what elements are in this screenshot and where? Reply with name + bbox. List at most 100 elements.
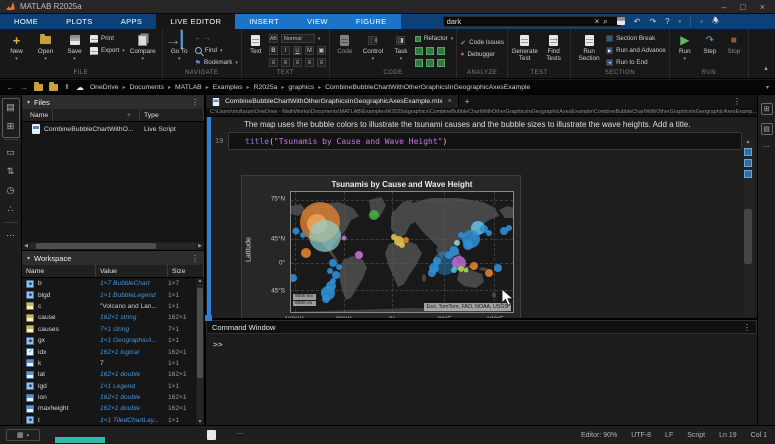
tab-figure[interactable]: FIGURE bbox=[342, 14, 401, 29]
panel-tray-icon[interactable]: ▭ bbox=[4, 145, 18, 159]
code-line[interactable]: title("Tsunamis by Cause and Wave Height… bbox=[228, 132, 742, 150]
help-icon[interactable]: ? bbox=[665, 17, 669, 26]
tab-view[interactable]: VIEW bbox=[293, 14, 342, 29]
column-type[interactable]: Type bbox=[140, 109, 204, 121]
new-tab-icon[interactable]: + bbox=[465, 97, 470, 106]
files-panel-header[interactable]: ▾ Files ⋮ bbox=[22, 95, 204, 109]
editor-kebab-icon[interactable]: ⋮ bbox=[733, 97, 757, 106]
output-thumbnail[interactable] bbox=[744, 148, 752, 156]
back-icon[interactable]: ← bbox=[6, 83, 14, 92]
workspace-row[interactable]: lat162×1 double162×1 bbox=[22, 369, 204, 380]
scroll-up-icon[interactable]: ▲ bbox=[743, 139, 753, 145]
workspace-row[interactable]: cause162×1 string162×1 bbox=[22, 312, 204, 323]
breadcrumb-item[interactable]: graphics bbox=[288, 84, 314, 91]
workspace-vertical-scrollbar[interactable]: ▲ ▼ bbox=[196, 278, 204, 425]
files-horizontal-scrollbar[interactable]: ◀ ▶ bbox=[22, 242, 204, 250]
workspace-row[interactable]: causes7×1 string7×1 bbox=[22, 324, 204, 335]
find-tests-button[interactable]: +Find Tests bbox=[540, 31, 567, 62]
workspace-row[interactable]: gx1×1 GeographicA...1×1 bbox=[22, 335, 204, 346]
close-button[interactable]: × bbox=[760, 2, 765, 12]
bold-button[interactable]: B bbox=[269, 46, 278, 55]
workspace-menu-kebab-icon[interactable]: ⋮ bbox=[191, 254, 199, 263]
code-tool-icon[interactable] bbox=[415, 47, 423, 55]
close-tab-icon[interactable]: × bbox=[448, 98, 452, 105]
run-section-button[interactable]: Run Section bbox=[574, 31, 604, 62]
column-size[interactable]: Size bbox=[168, 265, 204, 277]
monospace-button[interactable]: M bbox=[305, 46, 314, 55]
style-ab-icon[interactable]: AB bbox=[269, 34, 278, 43]
align-right-icon[interactable]: ≡ bbox=[317, 58, 326, 67]
column-view-button[interactable]: ▦▴ bbox=[6, 429, 40, 441]
numbered-list-icon[interactable]: ≡ bbox=[281, 58, 290, 67]
search-clear-icon[interactable]: × bbox=[595, 17, 600, 26]
scroll-right-icon[interactable]: ▶ bbox=[196, 243, 204, 249]
source-control-icon[interactable]: ⇅ bbox=[4, 164, 18, 178]
notifications-bell-icon[interactable]: 🕭 bbox=[712, 15, 719, 29]
workspace-row[interactable]: lon162×1 double162×1 bbox=[22, 392, 204, 403]
collapse-chevron-icon[interactable]: ▾ bbox=[27, 255, 30, 262]
document-status-icon[interactable] bbox=[207, 430, 216, 440]
collapse-ribbon-icon[interactable]: ▲ bbox=[763, 66, 769, 72]
collapse-chevron-icon[interactable]: ▾ bbox=[27, 99, 30, 106]
code-issues-button[interactable]: ✔Code Issues bbox=[460, 37, 504, 48]
map-plot[interactable]: 5000 km 5000 mi Esri, TomTom, FAO, NOAA,… bbox=[290, 191, 514, 313]
stop-button[interactable]: ■Stop bbox=[723, 31, 745, 55]
path-dropdown-icon[interactable]: ▾ bbox=[766, 84, 769, 91]
workspace-row[interactable]: b1×7 BubbleChart1×7 bbox=[22, 278, 204, 289]
code-tool-icon[interactable] bbox=[426, 47, 434, 55]
new-button[interactable]: +New▾ bbox=[3, 31, 30, 62]
print-button[interactable]: Print bbox=[90, 33, 125, 44]
breadcrumb-item[interactable]: Documents bbox=[130, 84, 164, 91]
code-button[interactable]: Code bbox=[333, 31, 357, 55]
underline-button[interactable]: U bbox=[293, 46, 302, 55]
history-clock-icon[interactable]: ◷ bbox=[4, 183, 18, 197]
help-dropdown-icon[interactable]: ▾ bbox=[679, 19, 682, 25]
scrollbar-thumb[interactable] bbox=[744, 209, 752, 264]
column-name[interactable]: Name+ bbox=[22, 109, 140, 121]
narrative-text[interactable]: The map uses the bubble colors to illust… bbox=[244, 120, 690, 129]
user-icon[interactable]: ◦ bbox=[700, 17, 703, 26]
workspace-row[interactable]: lgd1×1 Legend1×1 bbox=[22, 381, 204, 392]
command-window-kebab-icon[interactable]: ⋮ bbox=[743, 323, 751, 332]
column-value[interactable]: Value bbox=[96, 265, 168, 277]
figure-output[interactable]: Tsunamis by Cause and Wave Height Latitu… bbox=[241, 175, 521, 318]
breadcrumb-item[interactable]: MATLAB bbox=[175, 84, 202, 91]
quick-save-icon[interactable] bbox=[617, 17, 625, 27]
files-menu-kebab-icon[interactable]: ⋮ bbox=[191, 98, 199, 107]
tab-apps[interactable]: APPS bbox=[107, 14, 157, 29]
control-button[interactable]: ⋮≡Control▾ bbox=[359, 31, 387, 62]
browse-folder-icon[interactable] bbox=[49, 84, 58, 91]
export-button[interactable]: Export▾ bbox=[90, 45, 125, 56]
search-icon[interactable]: ⌕ bbox=[603, 17, 607, 27]
task-button[interactable]: ◨Task▾ bbox=[389, 31, 413, 62]
property-inspector-icon[interactable]: ▤ bbox=[761, 123, 773, 135]
save-button[interactable]: Save▾ bbox=[61, 31, 88, 62]
text-button[interactable]: Text bbox=[245, 31, 267, 55]
find-button[interactable]: Find▾ bbox=[195, 45, 238, 56]
collaborate-icon[interactable]: ∴ bbox=[4, 202, 18, 216]
open-button[interactable]: Open▾ bbox=[32, 31, 59, 62]
breadcrumb-item[interactable]: OneDrive bbox=[90, 84, 119, 91]
layout-grid-icon[interactable]: ⊞ bbox=[761, 103, 773, 115]
goto-button[interactable]: →▏Go To▾ bbox=[166, 31, 193, 62]
undo-icon[interactable]: ↶ bbox=[634, 17, 641, 26]
maximize-button[interactable]: □ bbox=[740, 2, 745, 12]
output-thumbnail[interactable] bbox=[744, 170, 752, 178]
more-icon[interactable]: ⋯ bbox=[758, 143, 775, 151]
bookmark-button[interactable]: ⚑Bookmark▾ bbox=[195, 57, 238, 68]
text-style-dropdown[interactable]: Normal bbox=[281, 34, 315, 43]
editor-scrollbar-column[interactable]: ▲ bbox=[743, 139, 753, 318]
refactor-button[interactable]: Refactor▾ bbox=[415, 33, 453, 44]
align-left-icon[interactable]: ≡ bbox=[293, 58, 302, 67]
workspace-panel-header[interactable]: ▾ Workspace ⋮ bbox=[22, 251, 204, 265]
redo-icon[interactable]: ↷ bbox=[649, 17, 656, 26]
breadcrumb-item[interactable]: Examples bbox=[213, 84, 243, 91]
compare-button[interactable]: Compare▾ bbox=[127, 31, 159, 62]
workspace-row[interactable]: k71×1 bbox=[22, 358, 204, 369]
generate-test-button[interactable]: Generate Test bbox=[511, 31, 538, 62]
tab-insert[interactable]: INSERT bbox=[235, 14, 293, 29]
scrollbar-thumb[interactable] bbox=[36, 243, 156, 249]
minimize-button[interactable]: – bbox=[721, 2, 726, 12]
output-thumbnail[interactable] bbox=[744, 159, 752, 167]
up-one-level-icon[interactable]: ⬆ bbox=[64, 83, 70, 91]
